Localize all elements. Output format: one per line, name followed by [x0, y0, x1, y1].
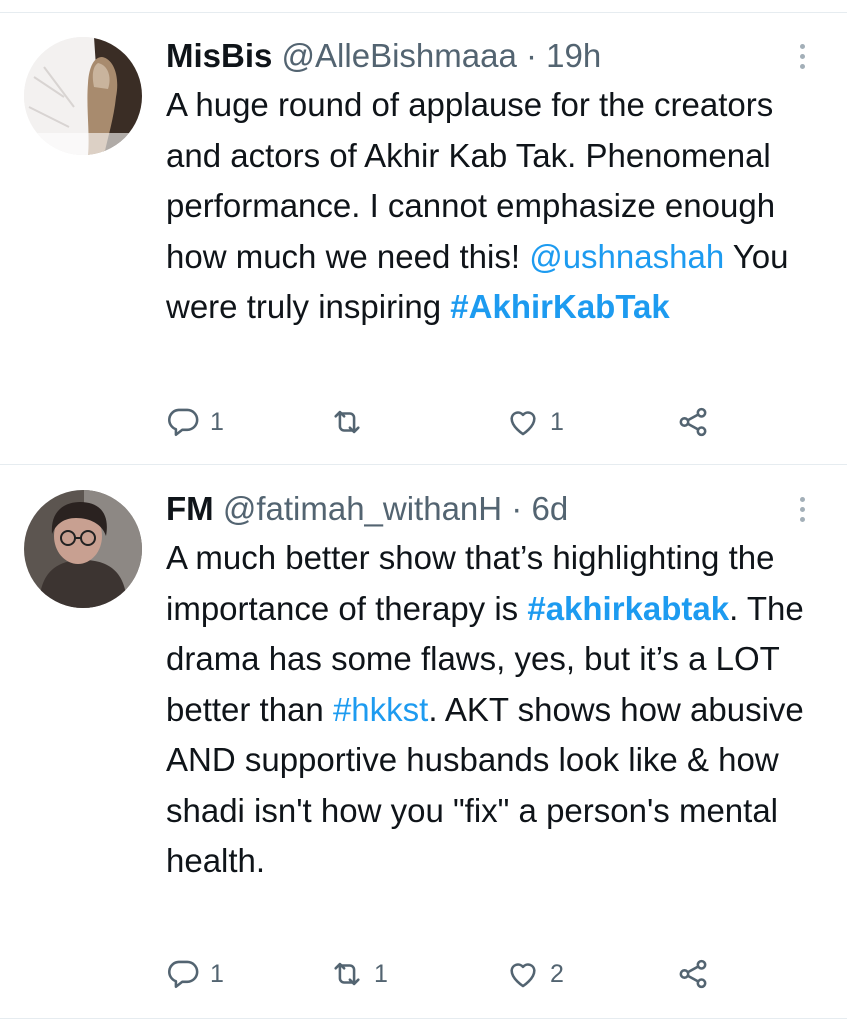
tweet-2[interactable]: FM @fatimah_withanH · 6d A much better s… — [0, 466, 847, 1016]
mention-link[interactable]: @ushnashah — [529, 238, 724, 275]
user-handle[interactable]: @AlleBishmaaa — [282, 37, 517, 74]
like-button[interactable]: 1 — [506, 402, 564, 442]
separator: · — [526, 37, 537, 74]
timestamp[interactable]: 19h — [546, 37, 601, 74]
tweet-header: FM @fatimah_withanH · 6d — [166, 489, 568, 529]
avatar-image — [24, 37, 142, 155]
display-name[interactable]: MisBis — [166, 37, 272, 74]
like-count: 2 — [550, 959, 564, 988]
avatar[interactable] — [24, 37, 142, 155]
retweet-button[interactable]: 1 — [330, 954, 388, 994]
more-vertical-icon[interactable] — [790, 36, 814, 76]
tweet-actions: 1 1 — [166, 402, 726, 442]
tweet-text: A much better show that’s highlighting t… — [166, 533, 826, 887]
bottom-divider — [0, 1018, 847, 1019]
heart-icon — [510, 963, 536, 988]
separator: · — [511, 490, 523, 527]
hashtag-link[interactable]: #hkkst — [333, 691, 428, 728]
reply-button[interactable]: 1 — [166, 954, 224, 994]
tweet-actions: 1 1 2 — [166, 954, 726, 994]
reply-icon — [168, 408, 199, 437]
share-icon — [679, 407, 707, 437]
reply-icon — [168, 960, 199, 989]
reply-count: 1 — [210, 959, 224, 988]
hashtag-link[interactable]: #AkhirKabTak — [450, 288, 669, 325]
share-icon — [679, 959, 707, 989]
reply-button[interactable]: 1 — [166, 402, 224, 442]
avatar[interactable] — [24, 490, 142, 608]
tweet-header: MisBis @AlleBishmaaa · 19h — [166, 36, 601, 76]
tweet-text: A huge round of applause for the creator… — [166, 80, 826, 333]
timestamp[interactable]: 6d — [531, 490, 568, 527]
retweet-icon — [334, 410, 360, 434]
reply-count: 1 — [210, 407, 224, 436]
hashtag-link[interactable]: #akhirkabtak — [527, 590, 729, 627]
user-handle[interactable]: @fatimah_withanH — [223, 490, 502, 527]
retweet-count: 1 — [374, 959, 388, 988]
retweet-icon — [334, 962, 360, 986]
share-button[interactable] — [676, 954, 710, 994]
like-count: 1 — [550, 407, 564, 436]
more-vertical-icon[interactable] — [790, 489, 814, 529]
retweet-button[interactable] — [330, 402, 374, 442]
heart-icon — [510, 411, 536, 436]
share-button[interactable] — [676, 402, 710, 442]
tweet-divider — [0, 464, 847, 465]
like-button[interactable]: 2 — [506, 954, 564, 994]
display-name[interactable]: FM — [166, 490, 214, 527]
tweet-1[interactable]: MisBis @AlleBishmaaa · 19h A huge round … — [0, 0, 847, 462]
avatar-image — [24, 490, 142, 608]
